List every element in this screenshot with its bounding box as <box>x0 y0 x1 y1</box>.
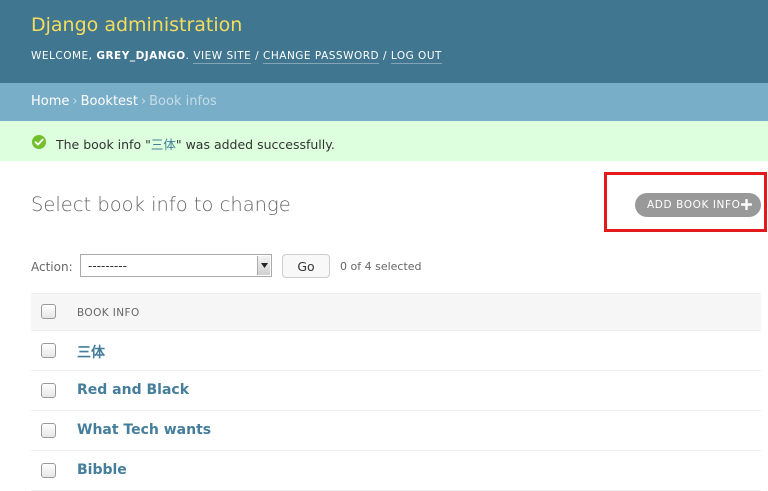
table-row: Bibble <box>31 451 761 491</box>
change-password-link[interactable]: CHANGE PASSWORD <box>263 50 380 64</box>
breadcrumb-app[interactable]: Booktest <box>81 94 138 109</box>
username: GREY_DJANGO <box>96 50 186 62</box>
book-info-link[interactable]: Bibble <box>77 462 127 478</box>
view-site-link[interactable]: VIEW SITE <box>193 50 252 64</box>
action-label: Action: <box>31 260 73 274</box>
separator: / <box>382 50 387 62</box>
message-suffix: " was added successfully. <box>175 137 335 152</box>
site-name[interactable]: Django administration <box>31 14 242 36</box>
breadcrumb-separator: › <box>140 94 147 109</box>
user-tools: WELCOME, GREY_DJANGO. VIEW SITE / CHANGE… <box>31 50 442 64</box>
chevron-down-icon <box>257 256 270 275</box>
row-checkbox[interactable] <box>41 383 56 398</box>
add-book-info-button[interactable]: ADD BOOK INFO <box>635 193 761 217</box>
header: Django administration WELCOME, GREY_DJAN… <box>0 0 768 83</box>
success-message: The book info "三体" was added successfull… <box>0 121 768 161</box>
row-checkbox[interactable] <box>41 423 56 438</box>
breadcrumb: Home › Booktest › Book infos <box>0 83 768 121</box>
table-row: 三体 <box>31 331 761 371</box>
table-row: What Tech wants <box>31 411 761 451</box>
add-button-label: ADD BOOK INFO <box>647 199 741 211</box>
row-checkbox[interactable] <box>41 463 56 478</box>
separator: / <box>255 50 260 62</box>
plus-icon <box>740 198 753 211</box>
book-info-link[interactable]: What Tech wants <box>77 422 211 438</box>
result-table: BOOK INFO 三体 Red and Black What Tech wan… <box>31 293 761 491</box>
column-header-book-info[interactable]: BOOK INFO <box>77 307 140 319</box>
row-checkbox[interactable] <box>41 343 56 358</box>
message-object-link[interactable]: 三体 <box>151 137 176 152</box>
table-row: Red and Black <box>31 371 761 411</box>
log-out-link[interactable]: LOG OUT <box>390 50 442 64</box>
breadcrumb-current: Book infos <box>149 94 217 109</box>
selection-counter: 0 of 4 selected <box>340 260 422 273</box>
welcome-text: WELCOME, <box>31 50 93 62</box>
book-info-link[interactable]: 三体 <box>77 342 105 362</box>
check-circle-icon <box>32 135 46 149</box>
select-all-checkbox[interactable] <box>41 304 56 319</box>
breadcrumb-separator: › <box>72 94 78 109</box>
breadcrumb-home[interactable]: Home <box>31 94 69 109</box>
message-prefix: The book info " <box>56 137 151 152</box>
page-title: Select book info to change <box>31 193 291 216</box>
table-header: BOOK INFO <box>31 293 761 331</box>
book-info-link[interactable]: Red and Black <box>77 382 189 398</box>
action-select[interactable]: --------- <box>80 254 272 277</box>
go-button[interactable]: Go <box>282 254 330 278</box>
actions-bar: Action: --------- Go 0 of 4 selected <box>31 253 761 279</box>
action-selected-option: --------- <box>88 259 127 273</box>
